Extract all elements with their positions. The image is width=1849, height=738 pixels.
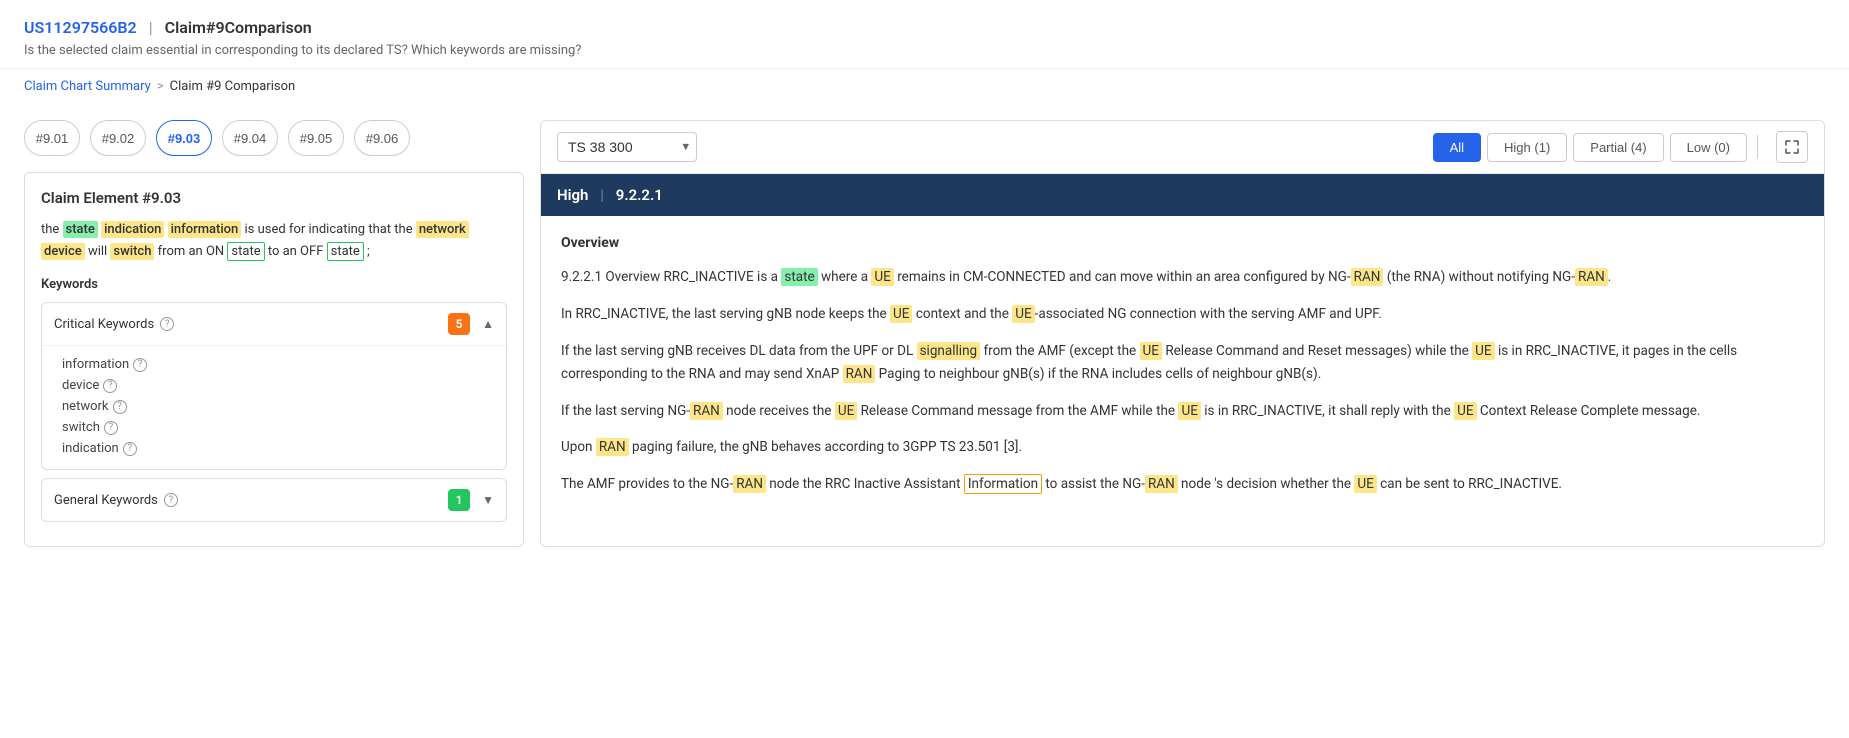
critical-keywords-header[interactable]: Critical Keywords ? 5 ▲ bbox=[42, 303, 506, 345]
filter-bar: TS 38 300 TS 38 321 TS 38 331 All High (… bbox=[541, 121, 1824, 174]
para-5: Upon RAN paging failure, the gNB behaves… bbox=[561, 436, 1804, 459]
kw-state-2: state bbox=[227, 242, 264, 261]
para-1: 9.2.2.1 Overview RRC_INACTIVE is a state… bbox=[561, 266, 1804, 289]
hl-ue-5: UE bbox=[1472, 342, 1494, 360]
keyword-indication-text: indication bbox=[62, 441, 119, 456]
section-separator: | bbox=[600, 186, 603, 204]
filter-buttons: All High (1) Partial (4) Low (0) bbox=[1433, 131, 1808, 163]
keyword-network-info[interactable]: ? bbox=[113, 400, 127, 414]
keyword-device-text: device bbox=[62, 378, 99, 393]
kw-state-3: state bbox=[327, 242, 364, 261]
header-separator: | bbox=[149, 18, 153, 37]
hl-ue-9: UE bbox=[1354, 475, 1376, 493]
hl-ran-6: RAN bbox=[733, 475, 766, 493]
kw-network: network bbox=[416, 221, 469, 238]
claim-element-box: Claim Element #9.03 the state indication… bbox=[24, 172, 524, 547]
overview-title: Overview bbox=[561, 232, 1804, 256]
hl-ran-2: RAN bbox=[1575, 268, 1608, 286]
patent-id-link[interactable]: US11297566B2 bbox=[24, 18, 137, 37]
claim-element-text: the state indication information is used… bbox=[41, 219, 507, 263]
tab-903[interactable]: #9.03 bbox=[156, 120, 212, 156]
hl-ue-6: UE bbox=[835, 402, 857, 420]
content-area[interactable]: Overview 9.2.2.1 Overview RRC_INACTIVE i… bbox=[541, 216, 1824, 526]
kw-switch: switch bbox=[110, 243, 154, 260]
kw-indication: indication bbox=[101, 221, 164, 238]
keyword-item-indication: indication ? bbox=[62, 438, 494, 459]
hl-state-1: state bbox=[781, 268, 817, 286]
hl-ue-2: UE bbox=[890, 305, 912, 323]
breadcrumb-current: Claim #9 Comparison bbox=[170, 79, 296, 94]
kw-information: information bbox=[168, 221, 242, 238]
breadcrumb-separator: > bbox=[157, 79, 164, 94]
hl-ran-5: RAN bbox=[596, 438, 629, 456]
general-keywords-info-icon[interactable]: ? bbox=[164, 493, 178, 507]
hl-ue-3: UE bbox=[1012, 305, 1034, 323]
general-keywords-label: General Keywords bbox=[54, 493, 158, 508]
claim-element-title: Claim Element #9.03 bbox=[41, 189, 507, 207]
claim-comparison-title: Claim#9Comparison bbox=[165, 18, 312, 37]
critical-keywords-section: Critical Keywords ? 5 ▲ information ? bbox=[41, 302, 507, 470]
keyword-information-info[interactable]: ? bbox=[133, 358, 147, 372]
kw-state-1: state bbox=[63, 221, 98, 238]
keyword-item-switch: switch ? bbox=[62, 417, 494, 438]
tab-904[interactable]: #9.04 bbox=[222, 120, 278, 156]
keyword-item-network: network ? bbox=[62, 396, 494, 417]
general-keywords-section: General Keywords ? 1 ▼ bbox=[41, 478, 507, 522]
filter-high-button[interactable]: High (1) bbox=[1487, 133, 1567, 162]
keyword-indication-info[interactable]: ? bbox=[123, 442, 137, 456]
keyword-switch-info[interactable]: ? bbox=[104, 421, 118, 435]
filter-partial-button[interactable]: Partial (4) bbox=[1573, 133, 1663, 162]
critical-keywords-info-icon[interactable]: ? bbox=[160, 317, 174, 331]
critical-keywords-count: 5 bbox=[448, 313, 470, 335]
critical-keywords-chevron-up: ▲ bbox=[482, 317, 494, 331]
critical-keywords-list: information ? device ? network ? switc bbox=[42, 345, 506, 469]
para-2: In RRC_INACTIVE, the last serving gNB no… bbox=[561, 303, 1804, 326]
hl-ue-1: UE bbox=[871, 268, 893, 286]
keyword-item-information: information ? bbox=[62, 354, 494, 375]
right-panel: TS 38 300 TS 38 321 TS 38 331 All High (… bbox=[540, 120, 1825, 547]
hl-ue-8: UE bbox=[1454, 402, 1476, 420]
hl-ue-7: UE bbox=[1178, 402, 1200, 420]
hl-ran-1: RAN bbox=[1351, 268, 1384, 286]
hl-ran-3: RAN bbox=[843, 365, 876, 383]
claim-tabs: #9.01 #9.02 #9.03 #9.04 #9.05 #9.06 bbox=[24, 120, 524, 156]
hl-signalling: signalling bbox=[917, 342, 981, 360]
keyword-network-text: network bbox=[62, 399, 109, 414]
filter-low-button[interactable]: Low (0) bbox=[1670, 133, 1747, 162]
keyword-switch-text: switch bbox=[62, 420, 100, 435]
ts-select-wrapper: TS 38 300 TS 38 321 TS 38 331 bbox=[557, 132, 697, 162]
hl-ran-7: RAN bbox=[1145, 475, 1178, 493]
tab-902[interactable]: #9.02 bbox=[90, 120, 146, 156]
tab-901[interactable]: #9.01 bbox=[24, 120, 80, 156]
critical-keywords-label: Critical Keywords bbox=[54, 317, 154, 332]
left-panel: #9.01 #9.02 #9.03 #9.04 #9.05 #9.06 Clai… bbox=[24, 120, 524, 547]
page-subtitle: Is the selected claim essential in corre… bbox=[24, 43, 1825, 58]
section-id: 9.2.2.1 bbox=[616, 186, 663, 204]
section-level: High bbox=[557, 186, 588, 204]
general-keywords-count: 1 bbox=[448, 489, 470, 511]
para-3: If the last serving gNB receives DL data… bbox=[561, 340, 1804, 386]
expand-button[interactable] bbox=[1776, 131, 1808, 163]
para-4: If the last serving NG-RAN node receives… bbox=[561, 400, 1804, 423]
section-header: High | 9.2.2.1 bbox=[541, 174, 1824, 216]
keyword-item-device: device ? bbox=[62, 375, 494, 396]
filter-all-button[interactable]: All bbox=[1433, 133, 1481, 162]
general-keywords-chevron-down: ▼ bbox=[482, 493, 494, 507]
tab-905[interactable]: #9.05 bbox=[288, 120, 344, 156]
para-6: The AMF provides to the NG-RAN node the … bbox=[561, 473, 1804, 496]
hl-ran-4: RAN bbox=[690, 402, 723, 420]
hl-ue-4: UE bbox=[1140, 342, 1162, 360]
hl-information: Information bbox=[964, 474, 1042, 494]
keywords-label: Keywords bbox=[41, 277, 507, 292]
general-keywords-header[interactable]: General Keywords ? 1 ▼ bbox=[42, 479, 506, 521]
keyword-device-info[interactable]: ? bbox=[103, 379, 117, 393]
breadcrumb: Claim Chart Summary > Claim #9 Compariso… bbox=[0, 69, 1849, 104]
ts-select[interactable]: TS 38 300 TS 38 321 TS 38 331 bbox=[557, 132, 697, 162]
kw-device: device bbox=[41, 243, 85, 260]
expand-icon bbox=[1785, 140, 1799, 154]
breadcrumb-link[interactable]: Claim Chart Summary bbox=[24, 79, 151, 94]
keyword-information-text: information bbox=[62, 357, 129, 372]
tab-906[interactable]: #9.06 bbox=[354, 120, 410, 156]
